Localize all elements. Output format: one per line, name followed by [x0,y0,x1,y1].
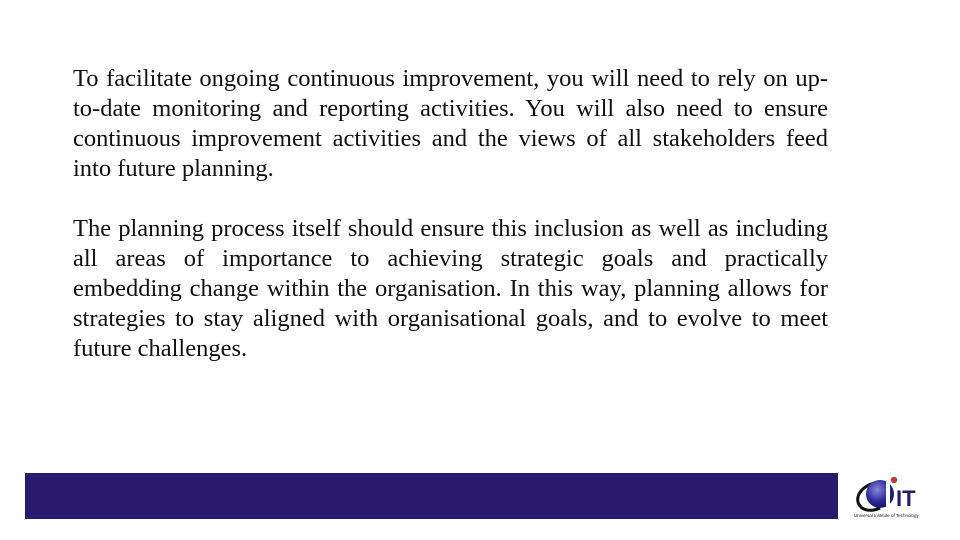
paragraph-1: To facilitate ongoing continuous improve… [73,65,828,182]
footer-bar [25,473,838,519]
logo-text: IT [896,486,916,511]
slide-body: To facilitate ongoing continuous improve… [73,64,828,394]
paragraph-2: The planning process itself should ensur… [73,215,828,362]
uit-logo: IT Universal Institute of Technology [850,470,940,526]
logo-tagline: Universal Institute of Technology [854,513,919,518]
logo-emblem-icon: IT [856,476,916,512]
